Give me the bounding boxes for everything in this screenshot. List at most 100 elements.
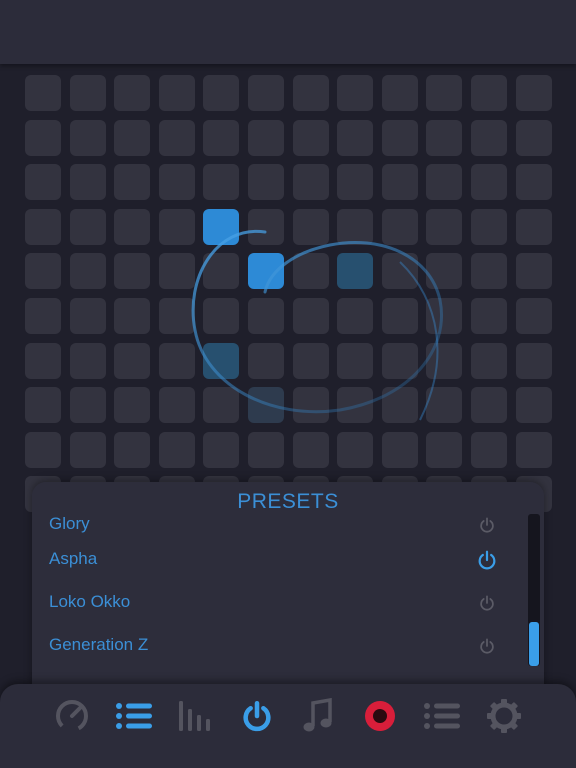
list-tab-button[interactable] — [422, 696, 462, 736]
pad-cell[interactable] — [25, 164, 61, 200]
pad-cell[interactable] — [516, 432, 552, 468]
pad-cell[interactable] — [159, 75, 195, 111]
pad-cell[interactable] — [426, 120, 462, 156]
pad-cell[interactable] — [337, 253, 373, 289]
pad-cell[interactable] — [248, 432, 284, 468]
pad-cell[interactable] — [426, 432, 462, 468]
pad-cell[interactable] — [426, 387, 462, 423]
pad-cell[interactable] — [203, 343, 239, 379]
preset-row[interactable]: Generation Z — [32, 625, 522, 668]
power-icon[interactable] — [478, 637, 496, 655]
pad-cell[interactable] — [203, 120, 239, 156]
pad-cell[interactable] — [293, 75, 329, 111]
pad-cell[interactable] — [203, 209, 239, 245]
pad-cell[interactable] — [426, 75, 462, 111]
pad-cell[interactable] — [248, 120, 284, 156]
pad-cell[interactable] — [471, 164, 507, 200]
pad-cell[interactable] — [248, 387, 284, 423]
pad-cell[interactable] — [70, 298, 106, 334]
pad-cell[interactable] — [471, 209, 507, 245]
pad-cell[interactable] — [471, 432, 507, 468]
preset-row[interactable]: Loko Okko — [32, 582, 522, 625]
pad-cell[interactable] — [203, 253, 239, 289]
pad-cell[interactable] — [159, 120, 195, 156]
pad-cell[interactable] — [114, 164, 150, 200]
pad-cell[interactable] — [293, 343, 329, 379]
pad-cell[interactable] — [70, 209, 106, 245]
pad-cell[interactable] — [382, 209, 418, 245]
power-icon[interactable] — [476, 549, 498, 571]
record-tab-button[interactable] — [360, 696, 400, 736]
pad-cell[interactable] — [159, 343, 195, 379]
pad-cell[interactable] — [70, 343, 106, 379]
pad-cell[interactable] — [114, 75, 150, 111]
pad-cell[interactable] — [203, 387, 239, 423]
pad-cell[interactable] — [159, 298, 195, 334]
pad-cell[interactable] — [471, 253, 507, 289]
pad-cell[interactable] — [248, 209, 284, 245]
pad-cell[interactable] — [516, 164, 552, 200]
pad-cell[interactable] — [337, 209, 373, 245]
power-tab-button[interactable] — [237, 696, 277, 736]
pad-cell[interactable] — [382, 164, 418, 200]
pad-cell[interactable] — [516, 209, 552, 245]
pad-cell[interactable] — [426, 164, 462, 200]
pad-cell[interactable] — [70, 253, 106, 289]
pad-cell[interactable] — [382, 387, 418, 423]
pad-cell[interactable] — [159, 253, 195, 289]
pad-cell[interactable] — [516, 387, 552, 423]
pad-cell[interactable] — [25, 432, 61, 468]
list-tab-button[interactable] — [114, 696, 154, 736]
pad-cell[interactable] — [25, 253, 61, 289]
pad-cell[interactable] — [159, 209, 195, 245]
pad-cell[interactable] — [293, 387, 329, 423]
pad-cell[interactable] — [382, 432, 418, 468]
pad-cell[interactable] — [25, 387, 61, 423]
pad-cell[interactable] — [114, 298, 150, 334]
pad-cell[interactable] — [25, 120, 61, 156]
pad-cell[interactable] — [471, 120, 507, 156]
pad-cell[interactable] — [471, 343, 507, 379]
pad-cell[interactable] — [70, 120, 106, 156]
pad-cell[interactable] — [293, 209, 329, 245]
scrollbar-thumb[interactable] — [529, 622, 539, 666]
pad-cell[interactable] — [203, 164, 239, 200]
gear-tab-button[interactable] — [484, 696, 524, 736]
pad-cell[interactable] — [426, 298, 462, 334]
pad-cell[interactable] — [382, 120, 418, 156]
pad-cell[interactable] — [25, 298, 61, 334]
pad-cell[interactable] — [516, 75, 552, 111]
preset-row[interactable]: Aspha — [32, 539, 522, 582]
pad-cell[interactable] — [471, 387, 507, 423]
pad-cell[interactable] — [114, 120, 150, 156]
pad-cell[interactable] — [471, 298, 507, 334]
pad-cell[interactable] — [203, 75, 239, 111]
pad-cell[interactable] — [114, 209, 150, 245]
pad-cell[interactable] — [516, 298, 552, 334]
pad-cell[interactable] — [337, 432, 373, 468]
pad-cell[interactable] — [382, 343, 418, 379]
pad-cell[interactable] — [337, 164, 373, 200]
pad-cell[interactable] — [248, 253, 284, 289]
pad-cell[interactable] — [159, 432, 195, 468]
pad-cell[interactable] — [382, 253, 418, 289]
pad-cell[interactable] — [293, 120, 329, 156]
pad-cell[interactable] — [70, 75, 106, 111]
pad-cell[interactable] — [293, 164, 329, 200]
pad-cell[interactable] — [114, 432, 150, 468]
pad-cell[interactable] — [337, 120, 373, 156]
pad-cell[interactable] — [114, 387, 150, 423]
pad-cell[interactable] — [159, 387, 195, 423]
pad-cell[interactable] — [382, 298, 418, 334]
pad-cell[interactable] — [293, 253, 329, 289]
pad-cell[interactable] — [382, 75, 418, 111]
pad-cell[interactable] — [426, 253, 462, 289]
pad-cell[interactable] — [426, 209, 462, 245]
pad-cell[interactable] — [293, 432, 329, 468]
pad-cell[interactable] — [203, 432, 239, 468]
pad-cell[interactable] — [337, 75, 373, 111]
pad-cell[interactable] — [426, 343, 462, 379]
pad-cell[interactable] — [516, 343, 552, 379]
gauge-tab-button[interactable] — [52, 696, 92, 736]
pad-cell[interactable] — [516, 253, 552, 289]
